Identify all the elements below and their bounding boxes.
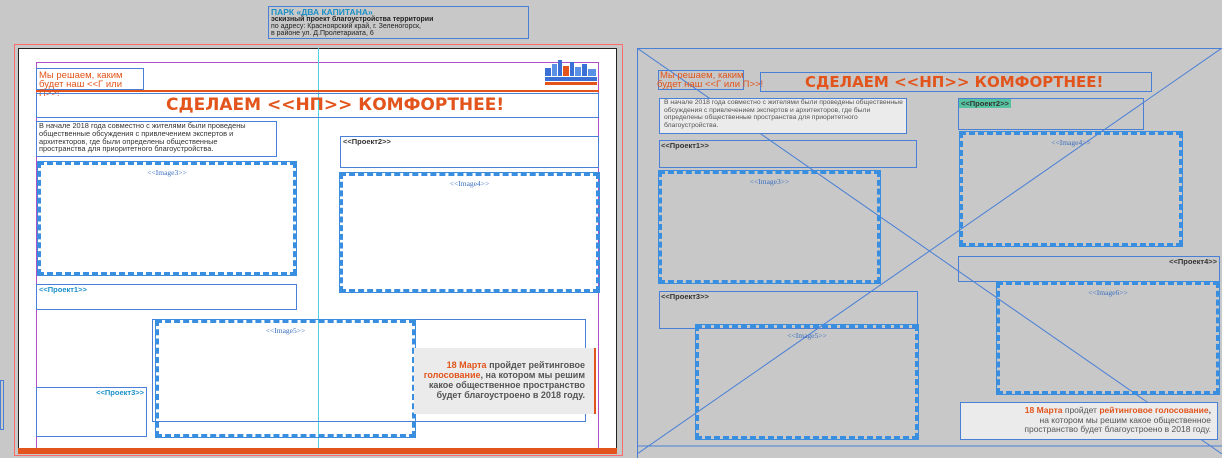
r-project3-label: <<Проект3>>: [661, 292, 709, 301]
r-slogan-line-2: будет наш <<Г или П>>!: [657, 79, 764, 90]
r-vote-text-3: ,: [1208, 405, 1211, 415]
vote-text-1: пройдет рейтинговое: [486, 360, 585, 370]
r-vote-text: 18 Марта пройдет рейтинговое голосование…: [961, 405, 1211, 435]
slogan-frame[interactable]: Мы решаем, каким будет наш <<Г или П>>!: [36, 68, 144, 98]
r-project4-frame[interactable]: <<Проект4>>: [958, 256, 1220, 282]
address-line-2: в районе ул. Д.Пролетариата, 6: [271, 30, 374, 37]
r-project4-label: <<Проект4>>: [1169, 257, 1217, 266]
image4-frame[interactable]: <<Image4>>: [339, 172, 600, 293]
bottom-bar: [18, 448, 617, 454]
city-logo: [544, 58, 598, 88]
r-image4-label: <<Image4>>: [1051, 138, 1091, 147]
r-project1-frame[interactable]: <<Проект1>>: [659, 140, 917, 168]
r-project1-label: <<Проект1>>: [661, 141, 709, 150]
image5-label: <<Image5>>: [265, 326, 306, 335]
vote-text: 18 Марта пройдет рейтинговое голосование…: [415, 360, 585, 400]
image5-frame[interactable]: <<Image5>>: [155, 319, 416, 438]
r-headline-frame[interactable]: СДЕЛАЕМ <<НП>> КОМФОРТНЕЕ!: [760, 72, 1152, 92]
r-image5-frame[interactable]: <<Image5>>: [695, 324, 919, 440]
image3-frame[interactable]: <<Image3>>: [37, 161, 297, 276]
r-project2-frame[interactable]: <<Проект2>>: [958, 98, 1144, 130]
project3-frame[interactable]: <<Проект3>>: [36, 387, 147, 437]
r-image6-label: <<Image6>>: [1088, 288, 1128, 297]
project1-frame[interactable]: <<Проект1>>: [36, 284, 297, 310]
r-image6-frame[interactable]: <<Image6>>: [996, 281, 1220, 395]
slogan-underline: [36, 90, 599, 92]
header-info-frame[interactable]: ПАРК «ДВА КАПИТАНА» эскизный проект благ…: [268, 6, 529, 39]
r-vote-date: 18 Марта: [1024, 405, 1063, 415]
project1-label: <<Проект1>>: [39, 285, 87, 294]
r-slogan-frame[interactable]: Мы решаем, каким будет наш <<Г или П>>!: [657, 70, 763, 90]
project2-frame[interactable]: <<Проект2>>: [340, 136, 599, 168]
vote-text-2: голосование: [423, 370, 481, 380]
r-vote-text-5: пространство будет благоустроено в 2018 …: [1024, 424, 1211, 434]
vote-date: 18 Марта: [446, 360, 487, 370]
project3-label: <<Проект3>>: [96, 388, 144, 397]
r-image3-frame[interactable]: <<Image3>>: [658, 170, 881, 284]
r-vote-text-1: пройдет: [1062, 405, 1100, 415]
r-vote-text-2: рейтинговое голосование: [1099, 405, 1209, 415]
address-line-1: по адресу: Красноярский край, г. Зеленог…: [271, 23, 421, 30]
image4-label: <<Image4>>: [449, 179, 490, 188]
r-project3-frame[interactable]: <<Проект3>>: [659, 291, 918, 329]
r-intro-frame[interactable]: В начале 2018 года совместно с жителями …: [659, 98, 907, 134]
r-headline: СДЕЛАЕМ <<НП>> КОМФОРТНЕЕ!: [805, 73, 1104, 91]
r-image5-label: <<Image5>>: [787, 331, 827, 340]
headline-frame[interactable]: [36, 93, 599, 118]
r-project2-label: <<Проект2>>: [959, 99, 1011, 108]
r-image4-frame[interactable]: <<Image4>>: [959, 131, 1183, 247]
r-vote-text-4: на котором мы решим какое общественное: [1039, 414, 1211, 425]
r-intro-text: В начале 2018 года совместно с жителями …: [664, 99, 903, 129]
r-vote-box[interactable]: 18 Марта пройдет рейтинговое голосование…: [960, 402, 1218, 440]
project-subtitle: эскизный проект благоустройства территор…: [271, 16, 434, 23]
intro-text: В начале 2018 года совместно с жителями …: [39, 121, 246, 154]
image3-label: <<Image3>>: [147, 168, 187, 177]
left-edge-marker: [0, 380, 4, 430]
r-image3-label: <<Image3>>: [749, 177, 790, 186]
intro-frame[interactable]: В начале 2018 года совместно с жителями …: [36, 121, 277, 157]
vote-box[interactable]: 18 Марта пройдет рейтинговое голосование…: [414, 348, 596, 414]
project2-label: <<Проект2>>: [343, 137, 391, 146]
